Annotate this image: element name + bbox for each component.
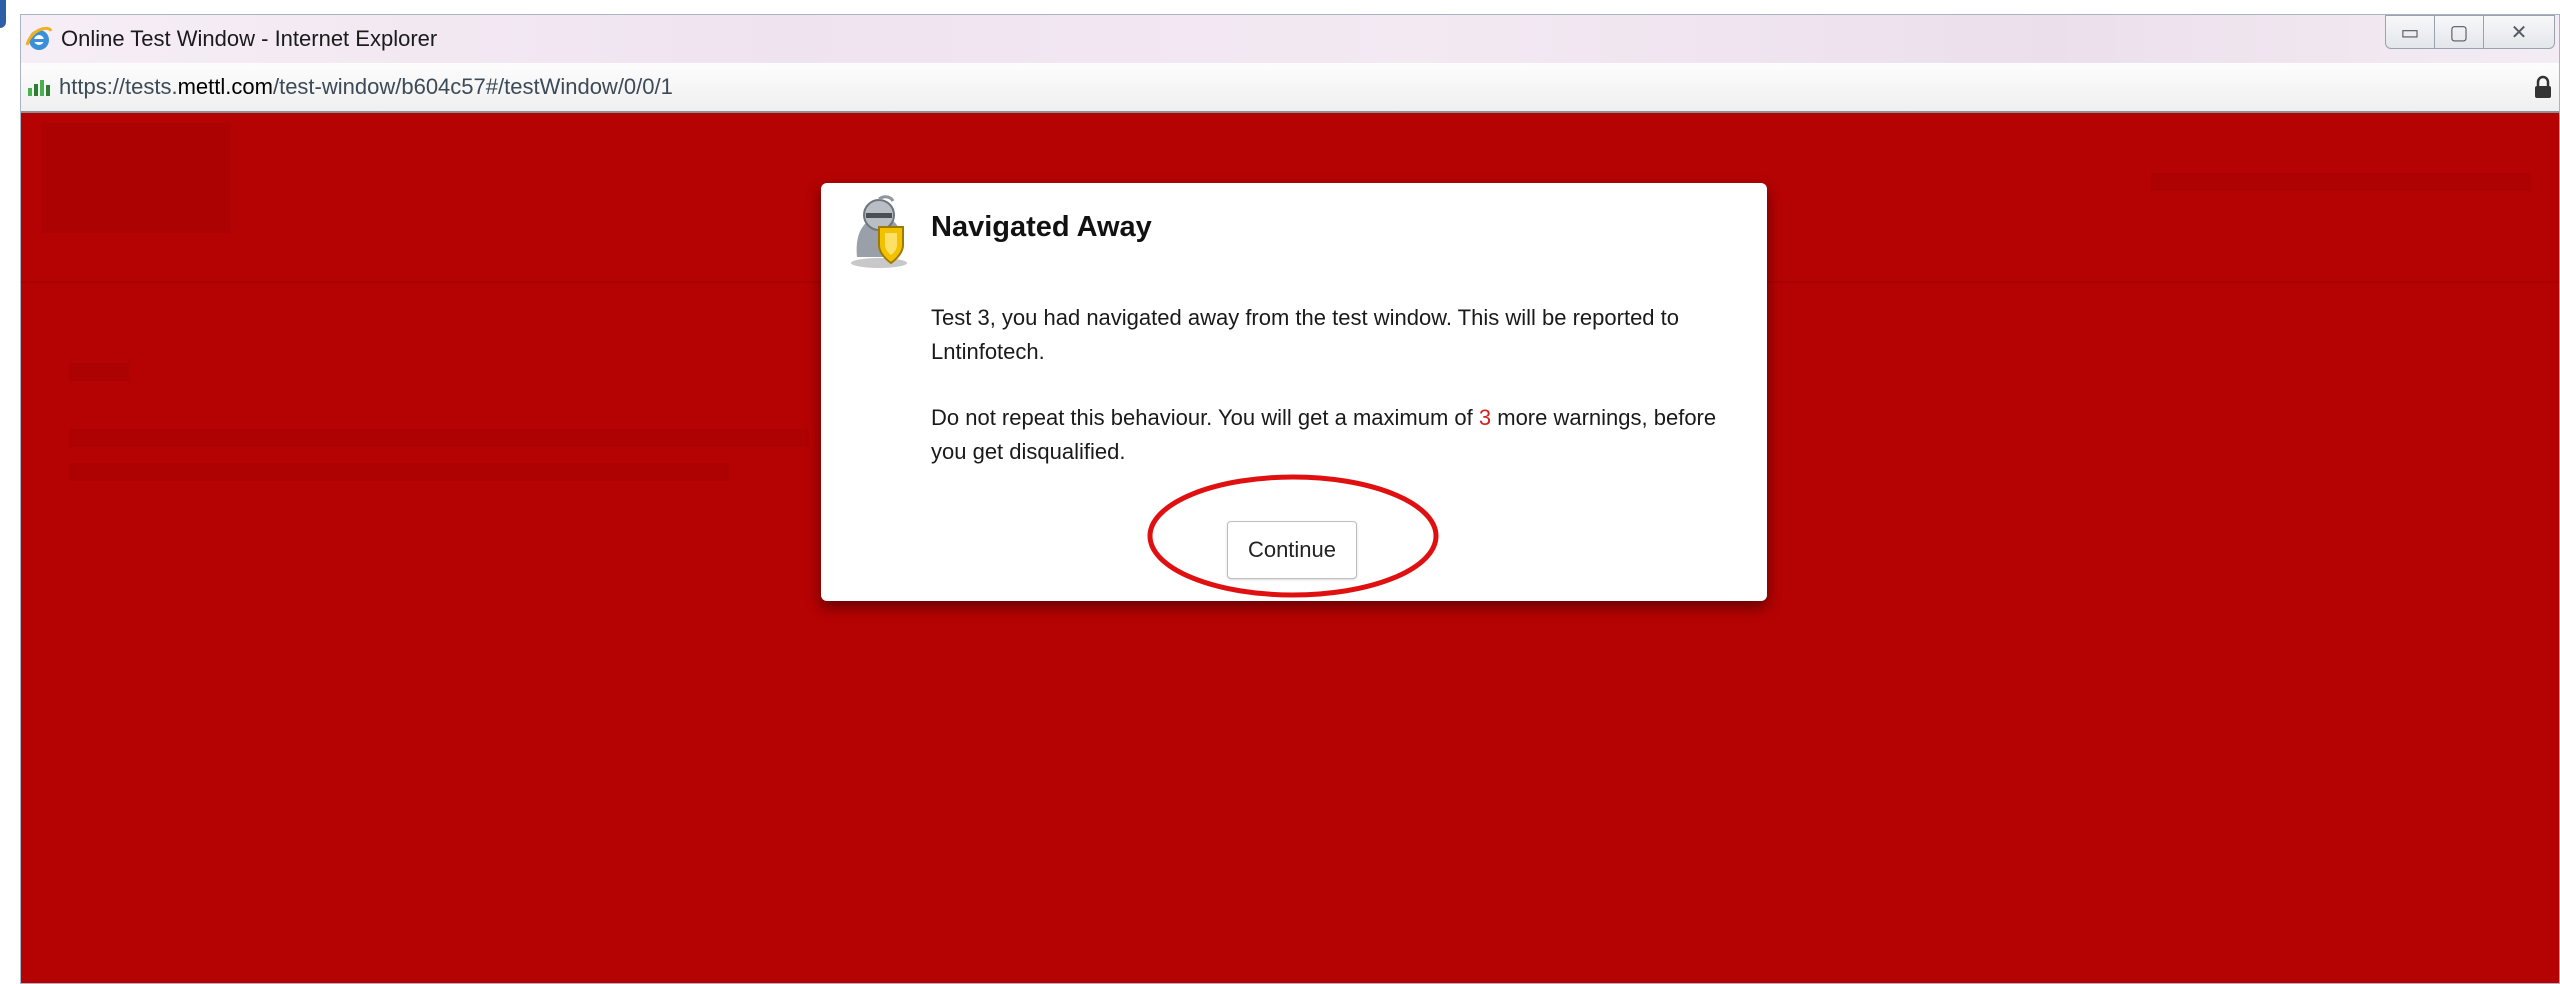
navigated-away-dialog: Navigated Away Test 3, you had navigated… — [821, 183, 1767, 601]
faint-logo — [41, 123, 231, 233]
minimize-button[interactable]: ▭ — [2385, 15, 2435, 49]
url-path: /test-window/b604c57#/testWindow/0/0/1 — [272, 74, 673, 99]
close-button[interactable]: ✕ — [2483, 15, 2555, 49]
left-edge — [0, 0, 20, 984]
lock-icon — [2535, 75, 2551, 98]
window-title: Online Test Window - Internet Explorer — [61, 26, 438, 51]
desktop-edge — [0, 0, 6, 28]
faint-question-body-2 — [69, 463, 729, 481]
site-favicon-icon — [28, 80, 50, 96]
dialog-message: Test 3, you had navigated away from the … — [931, 301, 1731, 501]
faint-question-body — [69, 429, 809, 447]
faint-user-info — [2151, 173, 2531, 191]
minimize-icon: ▭ — [2400, 21, 2420, 44]
remaining-warnings-count: 3 — [1478, 405, 1492, 430]
url-text[interactable]: https://tests.mettl.com/test-window/b604… — [59, 73, 673, 101]
maximize-button[interactable]: ▢ — [2434, 15, 2484, 49]
navigation-warning-text: Test 3, you had navigated away from the … — [931, 305, 1679, 364]
internet-explorer-icon — [25, 26, 53, 50]
test-page-overlay: Navigated Away Test 3, you had navigated… — [21, 113, 2559, 983]
url-prefix: https://tests. — [59, 74, 178, 99]
dialog-title: Navigated Away — [931, 211, 1152, 243]
faint-question-text — [69, 363, 129, 381]
repeat-warning-text: Do not repeat this behaviour. You will g… — [931, 401, 1731, 469]
browser-window: Online Test Window - Internet Explorer ▭… — [20, 14, 2560, 984]
maximize-icon: ▢ — [2449, 21, 2469, 44]
window-controls: ▭ ▢ ✕ — [2385, 15, 2555, 51]
knight-shield-icon — [851, 195, 907, 268]
continue-button[interactable]: Continue — [1227, 521, 1357, 579]
title-bar: Online Test Window - Internet Explorer ▭… — [21, 15, 2559, 64]
address-bar[interactable]: https://tests.mettl.com/test-window/b604… — [21, 63, 2559, 113]
warning-prefix: Do not repeat this behaviour. You will g… — [931, 405, 1479, 430]
url-domain: mettl.com — [177, 74, 273, 99]
close-icon: ✕ — [2510, 21, 2528, 44]
